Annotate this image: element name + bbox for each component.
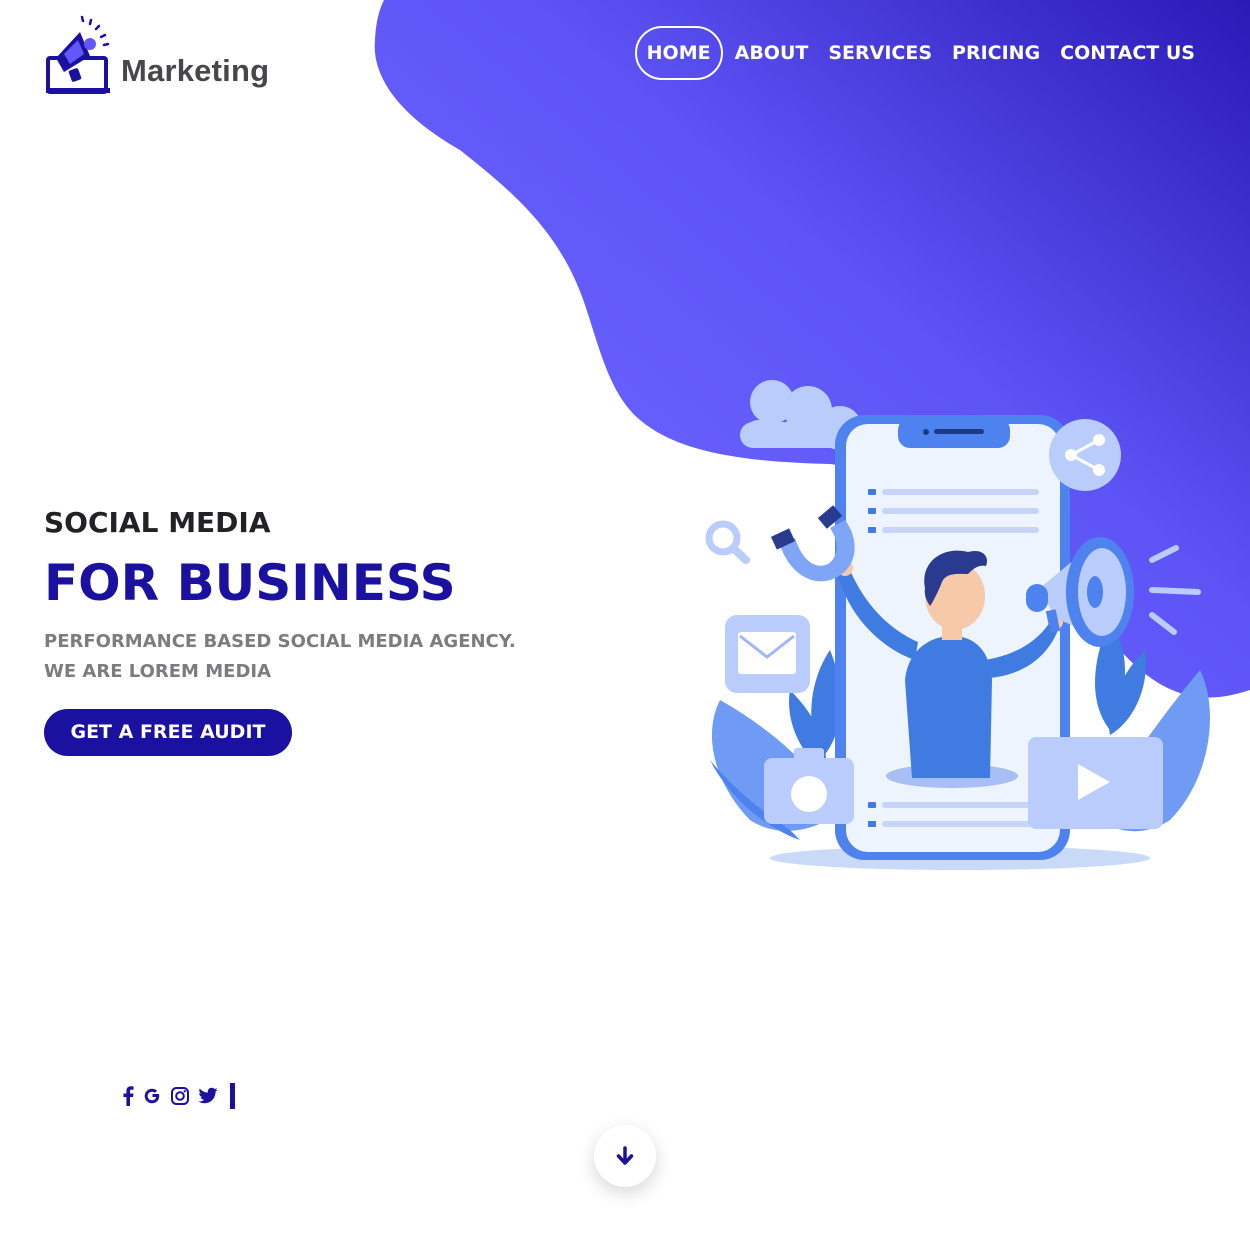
- nav-about[interactable]: ABOUT: [735, 41, 809, 65]
- instagram-icon: [171, 1087, 189, 1105]
- hero-description-line-1: PERFORMANCE BASED SOCIAL MEDIA AGENCY.: [44, 631, 516, 652]
- google-icon: [144, 1088, 160, 1104]
- arrow-down-icon: [616, 1146, 634, 1165]
- twitter-icon: [198, 1087, 218, 1104]
- share-icon: [1049, 419, 1121, 491]
- nav-pricing[interactable]: PRICING: [952, 41, 1040, 65]
- main-nav: HOME ABOUT SERVICES PRICING CONTACT US: [634, 26, 1195, 80]
- facebook-link[interactable]: [122, 1083, 134, 1109]
- hero-section: SOCIAL MEDIA FOR BUSINESS PERFORMANCE BA…: [44, 505, 516, 756]
- hero-description-line-2: WE ARE LOREM MEDIA: [44, 661, 272, 682]
- nav-contact-us[interactable]: CONTACT US: [1060, 41, 1195, 65]
- scroll-down-button[interactable]: [594, 1125, 656, 1187]
- hero-title: FOR BUSINESS: [44, 554, 456, 612]
- twitter-link[interactable]: [198, 1083, 218, 1109]
- social-media-illustration: [705, 380, 1210, 870]
- video-play-icon: [1028, 737, 1163, 829]
- facebook-icon: [123, 1086, 134, 1106]
- hero-description: PERFORMANCE BASED SOCIAL MEDIA AGENCY. W…: [44, 627, 516, 687]
- free-audit-button[interactable]: GET A FREE AUDIT: [44, 709, 292, 756]
- nav-services[interactable]: SERVICES: [828, 41, 932, 65]
- camera-icon: [764, 748, 854, 824]
- social-links: [122, 1083, 235, 1109]
- brand-name: Marketing: [121, 53, 270, 88]
- social-divider: [230, 1083, 235, 1109]
- hero-kicker: SOCIAL MEDIA: [44, 506, 271, 539]
- nav-home[interactable]: HOME: [634, 26, 723, 80]
- mail-icon: [725, 615, 810, 693]
- instagram-link[interactable]: [170, 1083, 190, 1109]
- google-link[interactable]: [142, 1083, 162, 1109]
- search-icon: [705, 520, 750, 564]
- megaphone-laptop-icon: [46, 15, 110, 94]
- brand-logo[interactable]: Marketing: [44, 14, 269, 94]
